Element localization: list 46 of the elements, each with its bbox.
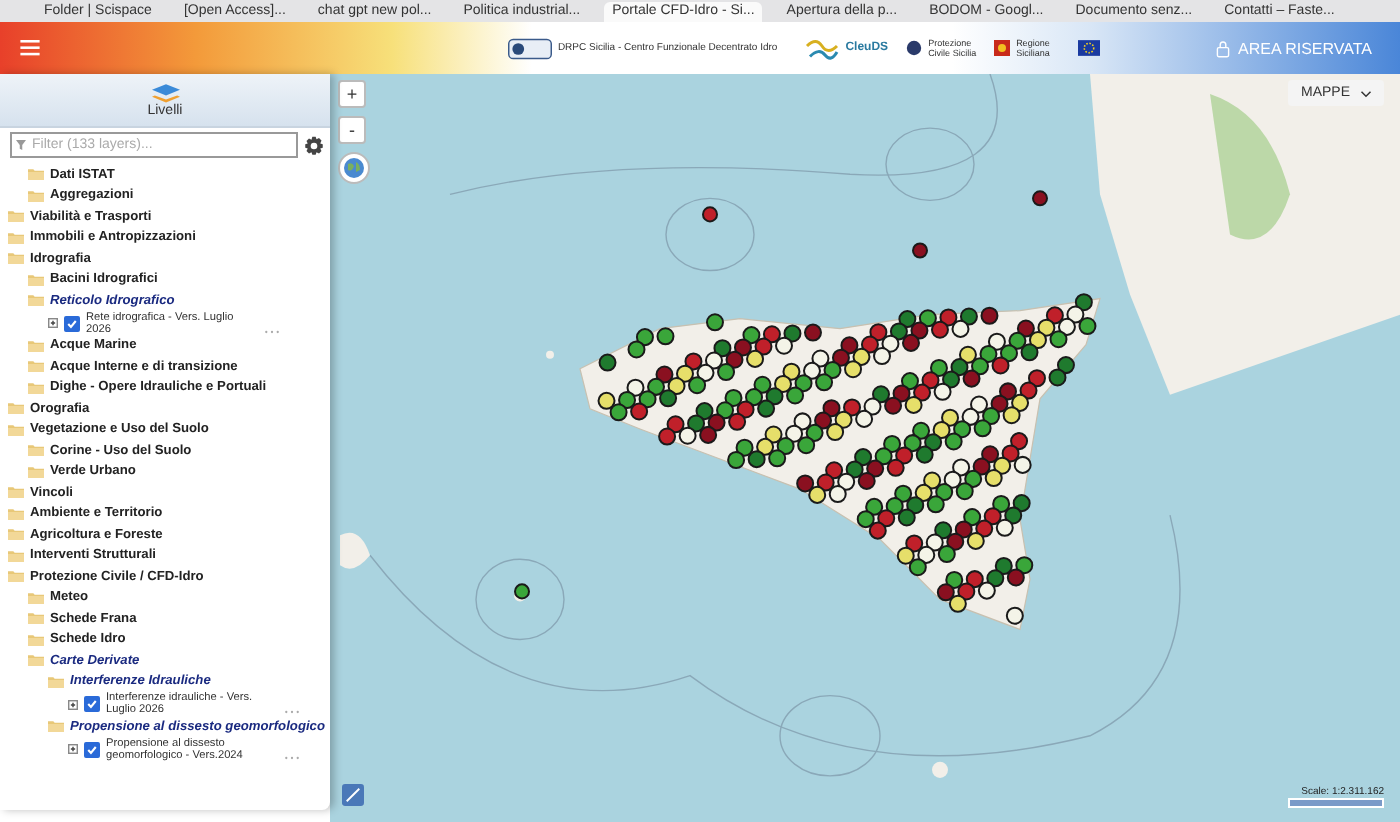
settings-icon[interactable] [304,135,324,155]
expand-icon[interactable] [68,699,78,709]
layer-checkbox[interactable] [64,315,80,331]
folder-icon [8,528,24,541]
folder-icon [8,231,24,244]
folder-icon [48,675,64,688]
folder-icon [8,507,24,520]
folder-icon [28,591,44,604]
menu-icon[interactable] [20,40,40,56]
expand-icon[interactable] [68,744,78,754]
layer-checkbox[interactable] [84,741,100,757]
layers-icon [151,83,179,103]
folder-icon [8,252,24,265]
layers-toggle-icon[interactable] [342,784,364,806]
folder-icon [28,654,44,667]
folder-icon [48,720,64,733]
folder-icon [28,294,44,307]
zoom-in-button[interactable]: + [338,80,366,108]
emblem-icon [906,40,923,56]
eu-flag-icon [1078,40,1101,56]
folder-icon [28,381,44,394]
folder-icon [28,339,44,352]
folder-icon [8,402,24,415]
folder-icon [28,360,44,373]
expand-icon[interactable] [48,318,58,328]
zoom-out-button[interactable]: - [338,116,366,144]
lock-icon [1216,39,1231,57]
folder-icon [8,549,24,562]
layer-checkbox[interactable] [84,696,100,712]
folder-icon [8,210,24,223]
folder-icon [28,189,44,202]
folder-icon [8,423,24,436]
caret-icon [1360,89,1372,97]
globe-icon [342,156,366,180]
folder-icon [28,168,44,181]
wave-logo-icon [803,35,840,61]
folder-icon [28,465,44,478]
emblem-icon [507,37,552,59]
folder-icon [28,444,44,457]
crest-icon [994,40,1011,56]
folder-icon [28,612,44,625]
folder-icon [8,486,24,499]
folder-icon [8,570,24,583]
folder-icon [28,273,44,286]
filter-icon [16,140,26,150]
folder-icon [28,633,44,646]
